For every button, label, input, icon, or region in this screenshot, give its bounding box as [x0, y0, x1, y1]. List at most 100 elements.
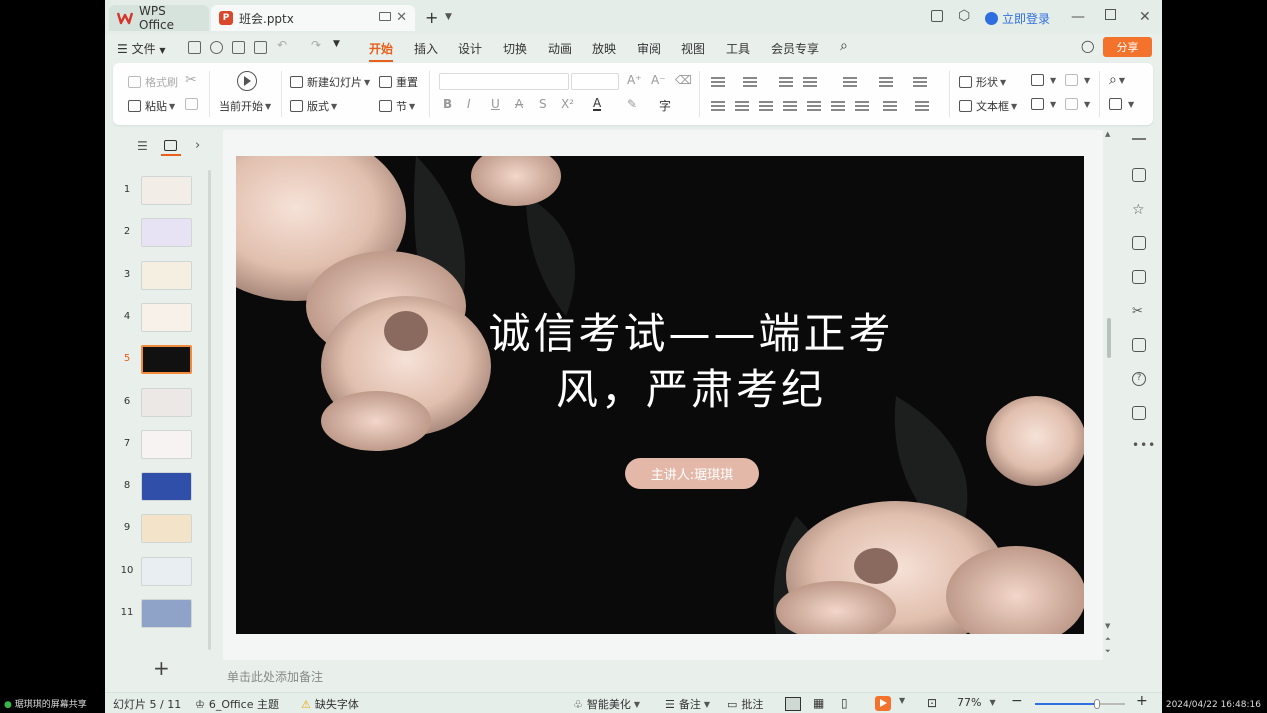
copy-icon[interactable]	[185, 98, 198, 110]
find-button[interactable]: ⌕ ▼	[1109, 72, 1125, 88]
more-icon[interactable]: •••	[1132, 438, 1155, 452]
zoom-slider[interactable]	[1035, 699, 1125, 709]
slide-thumbnail[interactable]	[141, 260, 192, 290]
start-from-current-button[interactable]: 当前开始 ▼	[219, 98, 271, 114]
tab-design[interactable]: 设计	[458, 40, 482, 57]
play-dropdown-icon[interactable]: ▼	[896, 696, 905, 705]
slide-thumbnail[interactable]	[141, 514, 192, 544]
picture-button[interactable]: ▼	[1031, 74, 1056, 86]
chevron-down-icon[interactable]: ▼	[445, 12, 452, 22]
slide-sorter-icon[interactable]: ▦	[813, 696, 824, 710]
slide-thumbnail[interactable]	[141, 472, 192, 502]
beautify-button[interactable]: ♧ 智能美化 ▼	[573, 696, 640, 712]
comments-button[interactable]: ▭ 批注	[727, 696, 763, 712]
tools-icon[interactable]: ✂	[1132, 304, 1146, 319]
arrange-button[interactable]: ▼	[1031, 98, 1056, 110]
prev-slide-icon[interactable]: ⏶	[1105, 635, 1111, 644]
section-button[interactable]: 节 ▼	[379, 98, 415, 114]
maximize-icon[interactable]	[1105, 9, 1116, 20]
tab-animation[interactable]: 动画	[548, 40, 572, 57]
collapse-icon[interactable]	[1132, 138, 1146, 140]
zoom-out-icon[interactable]: −	[1011, 693, 1023, 709]
print-preview-icon[interactable]	[254, 41, 267, 54]
cube-icon[interactable]: ⬡	[958, 8, 970, 24]
justify-icon[interactable]	[783, 101, 797, 111]
numbered-list-icon[interactable]	[743, 77, 757, 87]
phonetic-icon[interactable]: 字	[659, 97, 671, 114]
tab-member[interactable]: 会员专享	[771, 40, 819, 57]
slide-thumbnail[interactable]	[141, 599, 192, 628]
paragraph-spacing-icon[interactable]	[855, 101, 869, 111]
superscript-icon[interactable]: X²	[561, 97, 574, 111]
increase-indent-icon[interactable]	[803, 77, 817, 87]
cut-icon[interactable]: ✂	[185, 72, 197, 88]
tab-document[interactable]: P 班会.pptx ✕	[211, 5, 415, 31]
slideshow-play-icon[interactable]	[875, 696, 891, 711]
bullet-list-icon[interactable]	[711, 77, 725, 87]
reset-button[interactable]: 重置	[379, 74, 418, 90]
chevron-right-icon[interactable]: ›	[195, 138, 200, 153]
more-quick-access-icon[interactable]: ▼	[333, 39, 340, 49]
close-window-icon[interactable]: ✕	[1139, 9, 1151, 25]
line-spacing-dropdown-icon[interactable]	[883, 101, 897, 111]
fit-window-icon[interactable]: ⊡	[927, 696, 937, 710]
shape-button[interactable]: 形状 ▼	[959, 74, 1006, 90]
increase-font-icon[interactable]: A⁺	[627, 73, 642, 87]
print-icon[interactable]	[232, 41, 245, 54]
missing-font-button[interactable]: ⚠ 缺失字体	[301, 696, 359, 712]
canvas-scrollbar-thumb[interactable]	[1107, 318, 1111, 358]
file-menu[interactable]: ☰ 文件 ▼	[117, 40, 166, 57]
textbox-button[interactable]: 文本框 ▼	[959, 98, 1017, 114]
outline-button[interactable]: ▼	[1065, 98, 1090, 110]
normal-view-icon[interactable]	[785, 697, 801, 711]
clear-format-icon[interactable]: ⌫	[675, 73, 692, 87]
minimize-icon[interactable]: —	[1071, 9, 1085, 25]
tab-home[interactable]: 开始	[369, 40, 394, 62]
next-slide-icon[interactable]: ⏷	[1105, 647, 1111, 656]
reading-view-icon[interactable]: ▯	[841, 696, 848, 710]
slide-thumbnail[interactable]	[141, 176, 192, 205]
canvas-scrollbar[interactable]: ▲ ▼ ⏶ ⏷	[1104, 130, 1114, 660]
tab-insert[interactable]: 插入	[414, 40, 438, 57]
paste-button[interactable]: 粘贴 ▼	[128, 98, 175, 114]
distribute-icon[interactable]	[807, 101, 821, 111]
tab-view[interactable]: 视图	[681, 40, 705, 57]
chat-icon[interactable]: ◯	[1081, 39, 1094, 53]
new-tab-plus-icon[interactable]: +	[425, 8, 438, 27]
tab-slideshow[interactable]: 放映	[592, 40, 616, 57]
line-spacing-icon[interactable]	[831, 101, 845, 111]
zoom-slider-handle[interactable]	[1094, 699, 1100, 709]
font-family-select[interactable]	[439, 73, 569, 90]
theme-button[interactable]: ♔ 6_Office 主题	[195, 696, 279, 712]
host-label[interactable]: 主讲人:琚琪琪	[625, 458, 759, 489]
star-icon[interactable]: ☆	[1132, 202, 1146, 218]
fill-button[interactable]: ▼	[1065, 74, 1090, 86]
align-center-icon[interactable]	[735, 101, 749, 111]
highlight-icon[interactable]: ✎	[627, 97, 637, 111]
tab-transition[interactable]: 切换	[503, 40, 527, 57]
text-direction-icon[interactable]	[879, 77, 893, 87]
save-icon[interactable]	[188, 41, 201, 54]
book-icon[interactable]	[1132, 338, 1146, 352]
font-color-icon[interactable]: A	[593, 97, 602, 111]
new-slide-button[interactable]: 新建幻灯片 ▼	[290, 74, 370, 90]
scroll-down-icon[interactable]: ▼	[1105, 622, 1110, 630]
window-layout-icon[interactable]	[931, 10, 943, 22]
tab-review[interactable]: 审阅	[637, 40, 661, 57]
notes-area[interactable]: 单击此处添加备注	[223, 666, 1103, 688]
undo-icon[interactable]: ↶	[277, 38, 287, 52]
copy-layout-icon[interactable]	[1132, 236, 1146, 250]
select-button[interactable]: ▼	[1109, 98, 1134, 110]
scroll-up-icon[interactable]: ▲	[1105, 130, 1110, 138]
add-slide-plus-icon[interactable]: +	[153, 656, 170, 680]
shirt-icon[interactable]	[1132, 406, 1146, 420]
text-align-vertical-icon[interactable]	[913, 77, 927, 87]
notes-button[interactable]: ☰ 备注 ▼	[665, 696, 710, 712]
column-icon[interactable]	[843, 77, 857, 87]
tab-wps-office[interactable]: WPS Office	[109, 4, 209, 32]
italic-icon[interactable]: I	[467, 97, 471, 111]
slide-view-icon[interactable]	[164, 140, 177, 151]
align-left-icon[interactable]	[711, 101, 725, 111]
settings-sliders-icon[interactable]	[1132, 168, 1146, 182]
slide-thumbnail[interactable]	[141, 429, 192, 459]
